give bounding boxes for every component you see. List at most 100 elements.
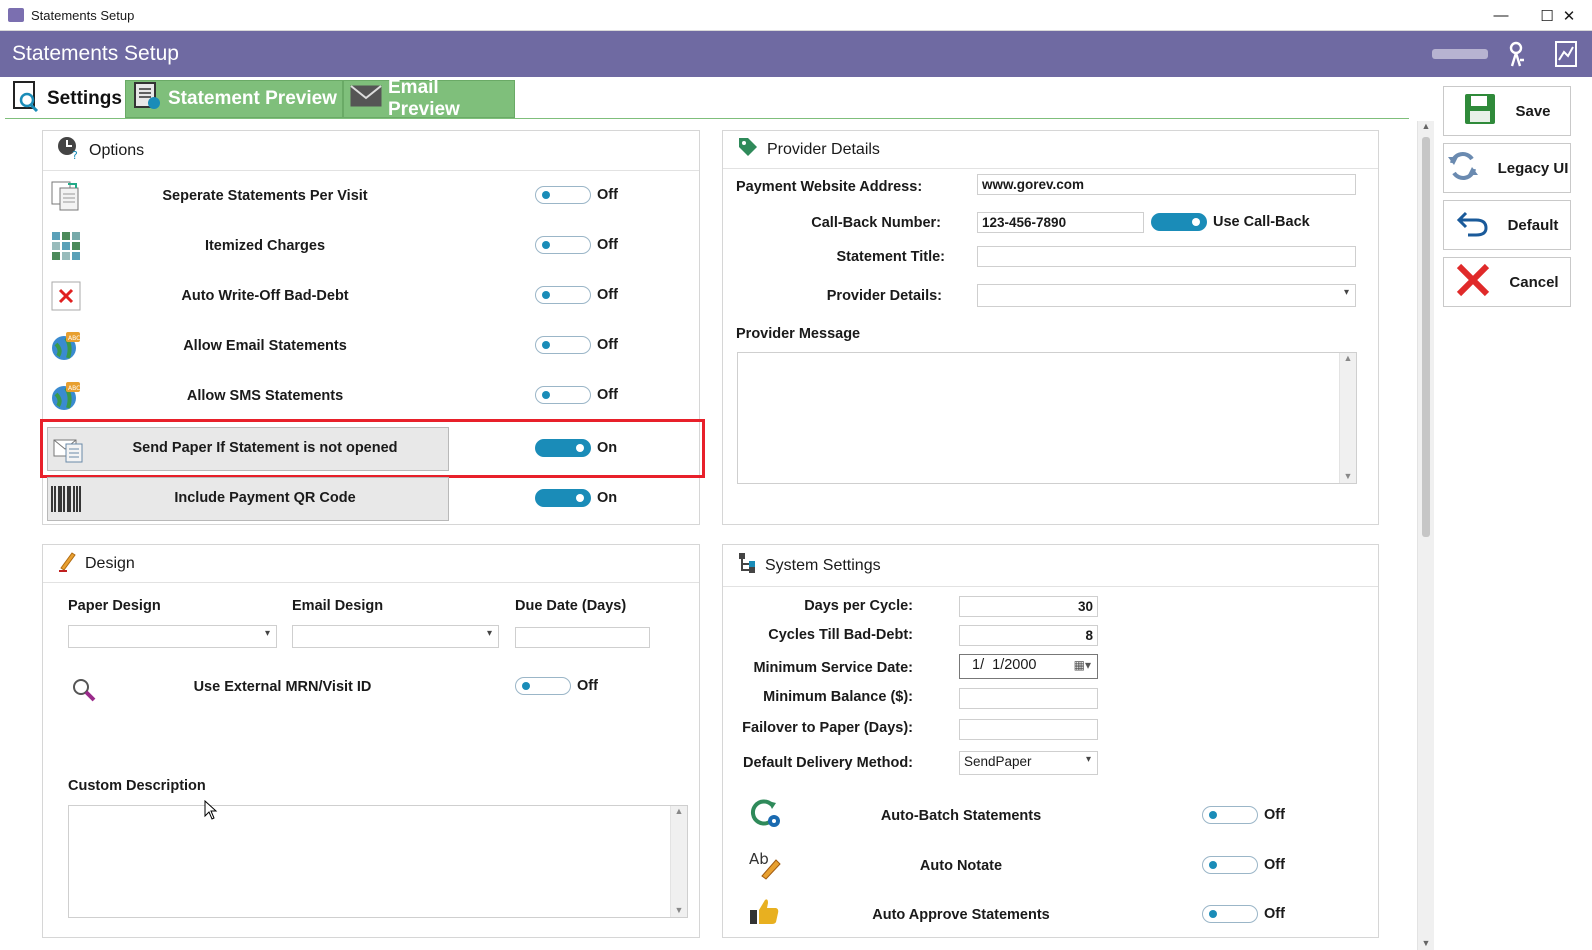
toggle-switch[interactable] — [535, 186, 591, 204]
delivery-method-label: Default Delivery Method: — [743, 755, 913, 771]
auto-notate-label: Auto Notate — [919, 858, 1003, 874]
days-per-cycle-label: Days per Cycle: — [804, 598, 913, 614]
toggle-state: On — [597, 490, 618, 506]
svg-text:ABC: ABC — [68, 335, 80, 342]
toggle-allow-email[interactable]: Off — [535, 336, 618, 354]
email-design-select[interactable] — [292, 625, 499, 648]
toggle-switch[interactable] — [535, 286, 591, 304]
cycles-till-bad-debt-label: Cycles Till Bad-Debt: — [768, 627, 913, 643]
custom-description-textarea[interactable] — [68, 805, 688, 918]
toggle-include-qr[interactable]: On — [535, 489, 617, 507]
statement-title-input[interactable] — [977, 246, 1356, 267]
toggle-allow-sms[interactable]: Off — [535, 386, 618, 404]
option-label-separate: Seperate Statements Per Visit — [162, 188, 368, 204]
callback-input[interactable]: 123-456-7890 — [977, 212, 1144, 233]
undo-arrow-icon — [1456, 209, 1490, 241]
custom-description-label: Custom Description — [68, 778, 206, 794]
toggle-switch[interactable] — [1202, 856, 1258, 874]
legacy-ui-button[interactable]: Legacy UI — [1443, 143, 1571, 193]
toggle-itemized-charges[interactable]: Off — [535, 236, 618, 254]
cycles-till-bad-debt-input[interactable]: 8 — [959, 625, 1098, 646]
option-label-email: Allow Email Statements — [183, 338, 347, 354]
toggle-state: Off — [1264, 906, 1285, 922]
toggle-auto-write-off[interactable]: Off — [535, 286, 618, 304]
default-label: Default — [1507, 216, 1559, 234]
keys-icon[interactable] — [1506, 40, 1532, 73]
tag-icon — [737, 136, 759, 163]
scroll-thumb[interactable] — [1422, 137, 1430, 537]
toggle-switch[interactable] — [515, 677, 571, 695]
toggle-state: Off — [597, 387, 618, 403]
toggle-switch[interactable] — [1202, 806, 1258, 824]
system-header: System Settings — [723, 545, 1378, 587]
toggle-use-callback[interactable]: Use Call-Back — [1151, 213, 1310, 231]
toggle-state: Off — [597, 187, 618, 203]
due-date-input[interactable] — [515, 627, 650, 648]
options-header: ? Options — [43, 131, 699, 171]
toggle-switch[interactable] — [535, 336, 591, 354]
title-bar: Statements Setup — ☐ ✕ — [0, 0, 1592, 31]
mrn-label: Use External MRN/Visit ID — [193, 679, 372, 695]
save-label: Save — [1515, 102, 1551, 120]
tab-settings-label: Settings — [47, 88, 122, 109]
toggle-state: Off — [577, 678, 598, 694]
page-title: Statements Setup — [12, 42, 179, 65]
min-balance-input[interactable] — [959, 688, 1098, 709]
design-header: Design — [43, 545, 699, 583]
main-scrollbar[interactable]: ▲ ▼ — [1417, 121, 1434, 950]
min-service-date-picker[interactable]: 1/ 1/2000 ▦▾ — [959, 654, 1098, 679]
minimize-button[interactable]: — — [1478, 0, 1524, 31]
refresh-legacy-icon — [1446, 151, 1480, 185]
toggle-switch[interactable] — [1202, 905, 1258, 923]
email-design-label: Email Design — [292, 598, 384, 614]
auto-approve-label: Auto Approve Statements — [872, 907, 1050, 923]
toggle-separate-statements[interactable]: Off — [535, 186, 618, 204]
toggle-auto-approve[interactable]: Off — [1202, 905, 1285, 923]
toggle-switch[interactable] — [535, 489, 591, 507]
website-input[interactable]: www.gorev.com — [977, 174, 1356, 195]
report-icon[interactable] — [1554, 40, 1578, 73]
toggle-auto-notate[interactable]: Off — [1202, 856, 1285, 874]
provider-details-label: Provider Details: — [826, 288, 942, 304]
close-button[interactable]: ✕ — [1546, 0, 1592, 31]
app-header: Statements Setup — [0, 31, 1592, 77]
toggle-external-mrn[interactable]: Off — [515, 677, 598, 695]
option-label-itemized: Itemized Charges — [204, 238, 326, 254]
provider-title: Provider Details — [767, 140, 880, 158]
tree-icon — [737, 552, 757, 579]
delivery-method-select[interactable]: SendPaper — [959, 751, 1098, 775]
paper-design-select[interactable] — [68, 625, 277, 648]
min-balance-label: Minimum Balance ($): — [763, 689, 913, 705]
globe-email-icon: ABC — [50, 330, 82, 362]
provider-message-textarea[interactable] — [737, 352, 1357, 484]
tab-statement-preview[interactable]: Statement Preview — [125, 80, 343, 118]
toggle-switch[interactable] — [535, 236, 591, 254]
auto-batch-label: Auto-Batch Statements — [880, 808, 1042, 824]
svg-text:?: ? — [72, 149, 78, 160]
cancel-button[interactable]: Cancel — [1443, 257, 1571, 307]
user-name-blurred — [1432, 49, 1488, 59]
save-button[interactable]: Save — [1443, 86, 1571, 136]
tab-email-preview[interactable]: Email Preview — [343, 77, 515, 120]
auto-batch-icon — [748, 797, 782, 834]
provider-details-select[interactable] — [977, 284, 1356, 307]
toggle-state: Off — [1264, 857, 1285, 873]
tab-settings[interactable]: Settings — [5, 80, 122, 118]
toggle-state: Off — [597, 287, 618, 303]
failover-input[interactable] — [959, 719, 1098, 740]
toggle-auto-batch[interactable]: Off — [1202, 806, 1285, 824]
custom-description-scrollbar[interactable]: ▲ ▼ — [670, 806, 687, 917]
tab-statement-preview-label: Statement Preview — [168, 88, 337, 109]
option-label-sms: Allow SMS Statements — [186, 388, 344, 404]
calendar-dropdown-icon[interactable]: ▦▾ — [1074, 658, 1091, 672]
default-button[interactable]: Default — [1443, 200, 1571, 250]
toggle-state: Off — [597, 337, 618, 353]
legacy-ui-label: Legacy UI — [1497, 159, 1569, 177]
provider-message-label: Provider Message — [736, 326, 861, 342]
toggle-switch[interactable] — [1151, 213, 1207, 231]
toggle-switch[interactable] — [535, 386, 591, 404]
separate-doc-icon — [50, 180, 82, 212]
provider-message-scrollbar[interactable]: ▲ ▼ — [1339, 353, 1356, 483]
cancel-label: Cancel — [1509, 273, 1559, 291]
days-per-cycle-input[interactable]: 30 — [959, 596, 1098, 617]
